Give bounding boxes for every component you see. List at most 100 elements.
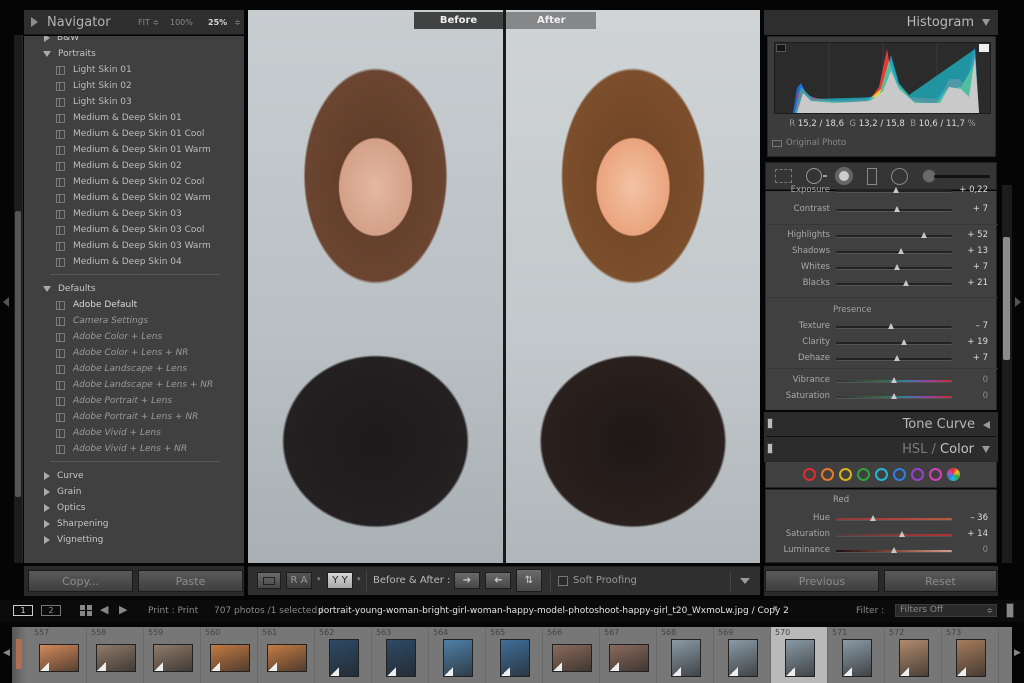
red-eye-icon[interactable] [835, 167, 853, 185]
filmstrip-cell[interactable]: 560 [201, 627, 258, 683]
copy-after-to-before-button[interactable]: ➔ [485, 572, 511, 589]
slider-value[interactable]: + 52 [967, 230, 988, 240]
preset-item[interactable]: Adobe Portrait + Lens [24, 393, 172, 409]
filmstrip-cell[interactable]: 559 [144, 627, 201, 683]
filmstrip-cell[interactable]: 567 [600, 627, 657, 683]
preset-group[interactable]: Sharpening [24, 516, 109, 532]
filmstrip-cell[interactable]: 570 [771, 627, 828, 683]
soft-proofing-checkbox[interactable] [558, 576, 568, 586]
slider-track[interactable] [836, 251, 952, 254]
source-filename[interactable]: portrait-young-woman-bright-girl-woman-h… [318, 606, 789, 616]
preset-item[interactable]: Light Skin 02 [24, 78, 132, 94]
color-swatch-0[interactable] [802, 468, 816, 481]
slider-value[interactable]: + 7 [973, 262, 988, 272]
slider-handle[interactable] [891, 377, 897, 383]
preset-item[interactable]: Medium & Deep Skin 02 Cool [24, 174, 204, 190]
slider-value[interactable]: + 14 [967, 529, 988, 539]
hsl-toggle-switch[interactable] [767, 443, 773, 454]
hsl-tab[interactable]: HSL [902, 442, 927, 457]
preset-item[interactable]: Medium & Deep Skin 01 [24, 110, 182, 126]
preset-group[interactable]: B&W [24, 36, 79, 46]
filter-dropdown[interactable]: Filters Off ≑ [895, 604, 997, 617]
forward-arrow-icon[interactable]: ▶ [119, 603, 127, 616]
right-scroll-thumb[interactable] [1003, 237, 1010, 360]
slider-handle[interactable] [901, 339, 908, 345]
filter-lock-switch[interactable] [1006, 603, 1014, 618]
slider-track[interactable] [836, 534, 952, 537]
before-after-top-bottom-button[interactable]: Y Y [327, 572, 353, 589]
slider-handle[interactable] [891, 547, 897, 553]
filmstrip-cell[interactable]: 565 [486, 627, 543, 683]
preset-group[interactable]: Vignetting [24, 532, 103, 548]
color-tab[interactable]: Color [940, 442, 974, 457]
preset-group[interactable]: Defaults [24, 281, 96, 297]
slider-value[interactable]: + 21 [967, 278, 988, 288]
brush-slider[interactable] [934, 175, 990, 178]
paste-button[interactable]: Paste [138, 570, 243, 592]
slider-value[interactable]: 0 [983, 391, 988, 401]
spot-removal-icon[interactable] [806, 168, 822, 184]
copy-button[interactable]: Copy... [28, 570, 133, 592]
slider-handle[interactable] [921, 232, 928, 238]
preset-group[interactable]: Curve [24, 468, 84, 484]
slider-handle[interactable] [897, 248, 904, 254]
loupe-view-button[interactable] [257, 572, 281, 589]
preset-item[interactable]: Adobe Vivid + Lens + NR [24, 441, 187, 457]
slider-track[interactable] [836, 326, 952, 329]
left-panel-scrollbar[interactable] [14, 35, 23, 563]
filmstrip-cell[interactable]: 569 [714, 627, 771, 683]
hsl-color-header[interactable]: HSL / Color [764, 437, 998, 462]
zoom-fit-option[interactable]: FIT ≑ [138, 18, 159, 27]
color-swatch-5[interactable] [892, 468, 906, 481]
toolbar-menu-dropdown[interactable] [740, 578, 750, 584]
shadow-clipping-indicator[interactable] [776, 44, 786, 52]
preset-item[interactable]: Adobe Default [24, 297, 137, 313]
preset-item[interactable]: Medium & Deep Skin 03 Warm [24, 238, 211, 254]
slider-handle[interactable] [894, 206, 901, 212]
filmstrip-cell[interactable]: 558 [87, 627, 144, 683]
preset-group[interactable]: Portraits [24, 46, 96, 62]
filename-dropdown-icon[interactable]: ▾ [773, 604, 778, 614]
histogram-header[interactable]: Histogram [764, 10, 998, 35]
filmstrip-cell[interactable]: 562 [315, 627, 372, 683]
yy-dropdown-icon[interactable]: ▾ [357, 575, 361, 583]
copy-before-to-after-button[interactable]: ➔ [454, 572, 480, 589]
original-photo-toggle[interactable]: Original Photo [772, 138, 846, 148]
preset-item[interactable]: Medium & Deep Skin 03 [24, 206, 182, 222]
preset-item[interactable]: Adobe Vivid + Lens [24, 425, 161, 441]
all-colors-swatch[interactable] [946, 468, 960, 481]
right-panel-scrollbar[interactable] [1002, 185, 1012, 563]
zoom-current-option[interactable]: 25% [208, 18, 227, 27]
slider-handle[interactable] [887, 323, 894, 329]
preset-item[interactable]: Medium & Deep Skin 02 [24, 158, 182, 174]
filmstrip-cell[interactable]: 561 [258, 627, 315, 683]
slider-value[interactable]: 0 [983, 545, 988, 555]
slider-value[interactable]: + 19 [967, 337, 988, 347]
slider-track[interactable] [836, 518, 952, 521]
main-window-button[interactable]: 1 [13, 605, 33, 616]
slider-handle[interactable] [894, 355, 901, 361]
original-photo-checkbox[interactable] [772, 139, 782, 147]
slider-value[interactable]: – 7 [976, 321, 988, 331]
color-swatch-7[interactable] [928, 468, 942, 481]
slider-value[interactable]: + 13 [967, 246, 988, 256]
filmstrip-cell[interactable]: 568 [657, 627, 714, 683]
before-photo[interactable]: Before [248, 10, 503, 563]
slider-track[interactable] [836, 342, 952, 345]
preset-group[interactable]: Grain [24, 484, 81, 500]
after-photo[interactable]: After [506, 10, 760, 563]
slider-value[interactable]: + 7 [973, 353, 988, 363]
filmstrip-cell[interactable]: 557 [30, 627, 87, 683]
preset-item[interactable]: Adobe Portrait + Lens + NR [24, 409, 198, 425]
preset-item[interactable]: Adobe Color + Lens + NR [24, 345, 188, 361]
slider-value[interactable]: 0 [983, 375, 988, 385]
preset-item[interactable]: Medium & Deep Skin 04 [24, 254, 182, 270]
slider-value[interactable]: + 7 [973, 204, 988, 214]
filmstrip-scroll-right[interactable]: ▶ [1014, 648, 1021, 658]
crop-overlay-icon[interactable] [775, 169, 792, 183]
color-swatch-4[interactable] [874, 468, 888, 481]
swap-before-after-button[interactable]: ⇅ [516, 569, 542, 592]
back-arrow-icon[interactable]: ◀ [100, 603, 108, 616]
graduated-filter-icon[interactable] [867, 168, 877, 185]
preset-item[interactable]: Light Skin 01 [24, 62, 132, 78]
